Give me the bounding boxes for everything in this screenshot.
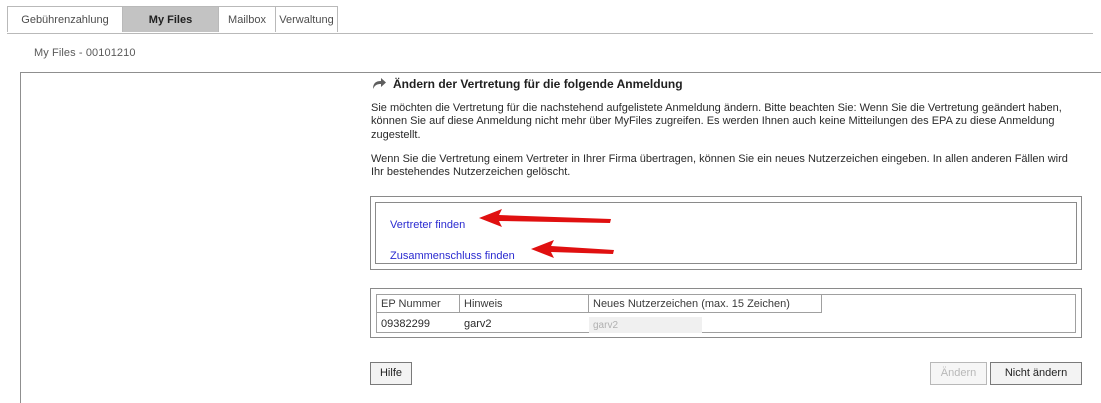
cell-ep-nummer: 09382299 bbox=[381, 318, 430, 330]
table-inner: EP Nummer Hinweis Neues Nutzerzeichen (m… bbox=[376, 294, 1076, 333]
annotation-arrow-icon bbox=[531, 240, 614, 258]
page-title: Ändern der Vertretung für die folgende A… bbox=[371, 75, 683, 93]
tab-my-files[interactable]: My Files bbox=[122, 6, 219, 32]
col-header-hinweis: Hinweis bbox=[460, 295, 589, 313]
tab-mailbox[interactable]: Mailbox bbox=[218, 6, 276, 32]
col-header-nutzerzeichen: Neues Nutzerzeichen (max. 15 Zeichen) bbox=[589, 295, 822, 313]
vertreter-finden-link[interactable]: Vertreter finden bbox=[390, 219, 465, 231]
zusammenschluss-finden-link[interactable]: Zusammenschluss finden bbox=[390, 250, 515, 262]
anmeldung-table: EP Nummer Hinweis Neues Nutzerzeichen (m… bbox=[370, 288, 1082, 338]
aendern-button[interactable]: Ändern bbox=[930, 362, 987, 385]
breadcrumb: My Files - 00101210 bbox=[34, 47, 136, 59]
redirect-arrow-icon bbox=[371, 76, 387, 90]
tab-verwaltung[interactable]: Verwaltung bbox=[275, 6, 338, 32]
nutzerzeichen-input[interactable] bbox=[589, 317, 702, 333]
col-header-ep-nummer: EP Nummer bbox=[377, 295, 460, 313]
nicht-aendern-button[interactable]: Nicht ändern bbox=[990, 362, 1082, 385]
annotation-arrow-icon bbox=[479, 209, 611, 227]
cell-hinweis: garv2 bbox=[464, 318, 492, 330]
hilfe-button[interactable]: Hilfe bbox=[370, 362, 412, 385]
info-paragraph-1: Sie möchten die Vertretung für die nachs… bbox=[371, 102, 1062, 141]
page-title-text: Ändern der Vertretung für die folgende A… bbox=[393, 77, 683, 91]
tab-gebuehrenzahlung[interactable]: Gebührenzahlung bbox=[7, 6, 123, 32]
tab-bar: Gebührenzahlung My Files Mailbox Verwalt… bbox=[7, 6, 1093, 34]
info-paragraph-2: Wenn Sie die Vertretung einem Vertreter … bbox=[371, 153, 1068, 179]
